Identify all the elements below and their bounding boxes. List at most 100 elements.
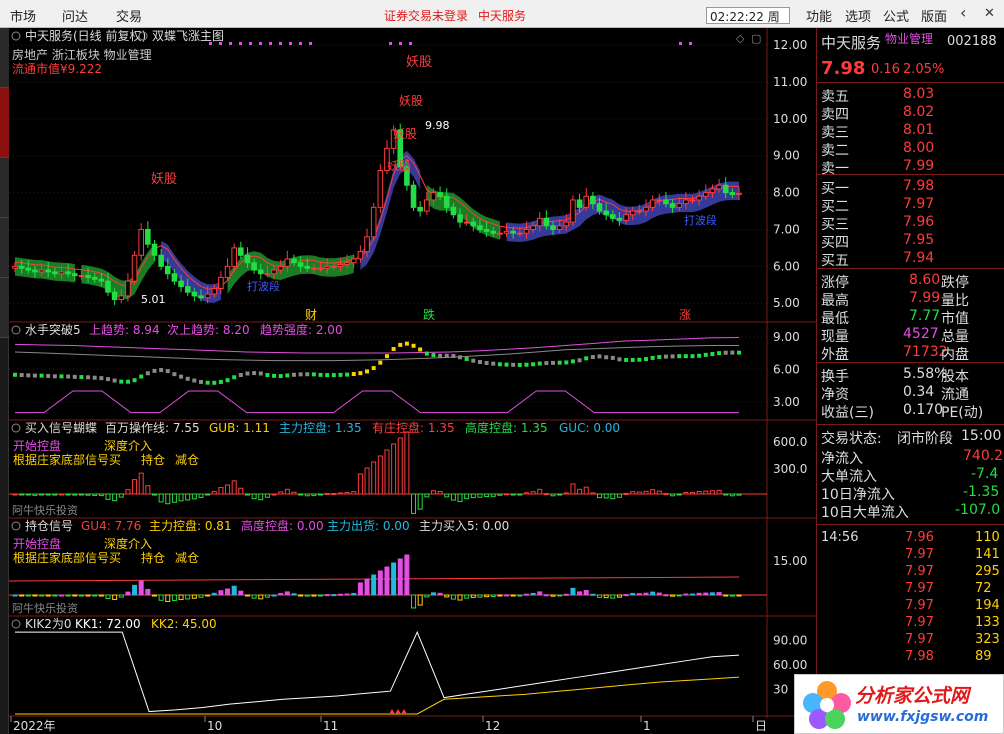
left-tab-3[interactable] <box>0 158 9 218</box>
candle[interactable] <box>32 269 38 273</box>
left-tab-2[interactable] <box>0 88 9 158</box>
candle[interactable] <box>257 269 264 275</box>
candle[interactable] <box>596 203 603 212</box>
menu-formula[interactable]: 公式 <box>883 6 909 25</box>
login-status[interactable]: 证券交易未登录 <box>384 7 468 24</box>
candle[interactable] <box>736 192 742 195</box>
menu-market[interactable]: 市场 <box>10 6 36 25</box>
diamond-icon[interactable]: ◇ <box>736 32 745 45</box>
candle[interactable] <box>523 228 530 234</box>
candle[interactable] <box>151 243 158 256</box>
candle[interactable] <box>125 280 131 297</box>
candle[interactable] <box>244 254 251 264</box>
candle[interactable] <box>497 232 503 235</box>
candle[interactable] <box>58 271 65 275</box>
candle[interactable] <box>463 221 470 224</box>
candle[interactable] <box>689 199 696 202</box>
candle[interactable] <box>178 280 184 288</box>
candle[interactable] <box>616 217 623 221</box>
candle[interactable] <box>171 273 178 282</box>
candle[interactable] <box>470 221 477 227</box>
candle[interactable] <box>669 203 676 208</box>
candle[interactable] <box>583 195 590 208</box>
candle[interactable] <box>603 210 609 216</box>
candle[interactable] <box>510 230 516 234</box>
candle[interactable] <box>291 258 297 264</box>
candle[interactable] <box>556 225 563 230</box>
left-tab-5[interactable] <box>0 278 9 338</box>
candle[interactable] <box>457 214 463 223</box>
menu-function[interactable]: 功能 <box>806 6 832 25</box>
candle[interactable] <box>563 221 570 227</box>
candle[interactable] <box>78 275 85 278</box>
menu-options[interactable]: 选项 <box>845 6 871 25</box>
left-tab-1[interactable] <box>0 28 9 88</box>
candle[interactable] <box>344 262 350 266</box>
candle[interactable] <box>91 276 98 280</box>
candle[interactable] <box>337 264 344 267</box>
candle[interactable] <box>224 265 231 278</box>
candle[interactable] <box>702 192 709 197</box>
candle[interactable] <box>490 230 497 234</box>
candle[interactable] <box>111 291 118 301</box>
menu-trade[interactable]: 交易 <box>116 6 142 25</box>
candle[interactable] <box>696 195 702 201</box>
candle[interactable] <box>350 258 357 264</box>
candle[interactable] <box>550 225 556 230</box>
candle[interactable] <box>251 262 257 271</box>
candle[interactable] <box>530 225 536 230</box>
left-tab-4[interactable] <box>0 218 9 278</box>
candle[interactable] <box>18 265 25 269</box>
candle[interactable] <box>443 195 450 208</box>
candle[interactable] <box>410 184 417 208</box>
candle[interactable] <box>576 199 583 208</box>
candle[interactable] <box>271 269 277 275</box>
candle[interactable] <box>629 210 636 216</box>
close-icon[interactable]: ✕ <box>984 6 995 21</box>
candle[interactable] <box>676 203 683 208</box>
candle[interactable] <box>204 293 211 299</box>
candle[interactable] <box>503 230 510 234</box>
candle[interactable] <box>623 214 629 221</box>
candle[interactable] <box>370 206 377 238</box>
candle[interactable] <box>158 254 164 267</box>
candle[interactable] <box>377 169 384 208</box>
candle[interactable] <box>477 225 483 230</box>
candle[interactable] <box>417 206 423 212</box>
candle[interactable] <box>649 199 656 208</box>
candle[interactable] <box>304 265 311 269</box>
candle[interactable] <box>317 267 324 270</box>
chart-area[interactable]: 中天服务(日线 前复权) 双蝶飞涨主图 房地产 浙江板块 物业管理 流通市值¥9… <box>9 28 816 734</box>
candle[interactable] <box>231 247 237 267</box>
candle[interactable] <box>483 228 490 232</box>
candle[interactable] <box>211 287 218 295</box>
candle[interactable] <box>12 265 18 269</box>
candle[interactable] <box>131 254 138 282</box>
candle[interactable] <box>709 188 716 194</box>
candle[interactable] <box>643 206 649 212</box>
candle[interactable] <box>729 192 736 195</box>
candle[interactable] <box>683 199 689 205</box>
candle[interactable] <box>663 199 669 205</box>
candle[interactable] <box>450 206 457 216</box>
candle[interactable] <box>52 271 58 275</box>
candle[interactable] <box>722 184 729 194</box>
candle[interactable] <box>264 273 271 276</box>
candle[interactable] <box>198 295 204 299</box>
back-icon[interactable]: ‹ <box>960 3 966 22</box>
candle[interactable] <box>636 210 643 213</box>
menu-layout[interactable]: 版面 <box>921 6 947 25</box>
candle[interactable] <box>357 251 364 260</box>
candle[interactable] <box>324 265 330 269</box>
candle[interactable] <box>85 275 91 278</box>
candle[interactable] <box>536 217 543 227</box>
candle[interactable] <box>71 273 78 277</box>
candle[interactable] <box>656 199 663 202</box>
candle[interactable] <box>138 228 145 256</box>
candle[interactable] <box>38 269 45 273</box>
candle[interactable] <box>277 265 284 271</box>
candle[interactable] <box>98 278 105 282</box>
candle[interactable] <box>284 258 291 267</box>
candle[interactable] <box>218 276 224 289</box>
candle[interactable] <box>45 269 52 273</box>
